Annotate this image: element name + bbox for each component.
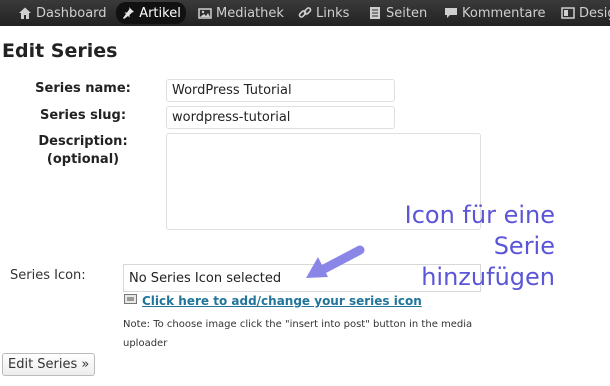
series-name-input[interactable] (166, 79, 395, 102)
adminbar-item-kommentare[interactable]: Kommentare (444, 0, 546, 26)
home-icon (18, 6, 32, 20)
adminbar-item-seiten[interactable]: Seiten (368, 0, 427, 26)
series-slug-input[interactable] (166, 106, 395, 129)
comment-icon (444, 6, 458, 20)
image-icon (124, 294, 137, 304)
adminbar-label: Dashboard (36, 5, 107, 21)
admin-bar: Dashboard Artikel Mediathek Links Seiten… (0, 0, 610, 26)
adminbar-label: Mediathek (216, 5, 284, 21)
adminbar-item-links[interactable]: Links (298, 0, 349, 26)
annotation-line-2: hinzufügen (421, 263, 555, 291)
adminbar-label: Kommentare (462, 5, 546, 21)
adminbar-item-dashboard[interactable]: Dashboard (18, 0, 107, 26)
adminbar-label: Design (579, 5, 610, 21)
media-note: Note: To choose image click the "insert … (123, 319, 473, 349)
adminbar-item-mediathek[interactable]: Mediathek (198, 0, 284, 26)
series-slug-label: Series slug: (39, 108, 127, 123)
annotation-arrow-icon (306, 245, 365, 278)
adminbar-label: Links (316, 5, 350, 21)
adminbar-item-artikel[interactable]: Artikel (116, 2, 186, 24)
page-icon (368, 6, 382, 20)
series-name-label: Series name: (35, 81, 131, 96)
adminbar-label: Artikel (139, 5, 181, 21)
description-optional-label: (optional) (46, 152, 120, 167)
series-icon-label: Series Icon: (10, 268, 86, 283)
pin-icon (121, 6, 135, 20)
link-icon (298, 6, 312, 20)
edit-series-button[interactable]: Edit Series » (2, 353, 96, 376)
add-series-icon-link[interactable]: Click here to add/change your series ico… (142, 294, 422, 308)
media-icon (198, 6, 212, 20)
description-label: Description: (38, 134, 128, 149)
page-title: Edit Series (2, 40, 118, 62)
annotation-line-1: Icon für eine Serie (404, 201, 555, 260)
adminbar-label: Seiten (386, 5, 428, 21)
adminbar-item-design[interactable]: Design (561, 0, 610, 26)
annotation-text: Icon für eine Serie hinzufügen (340, 200, 555, 293)
design-icon (561, 6, 575, 20)
